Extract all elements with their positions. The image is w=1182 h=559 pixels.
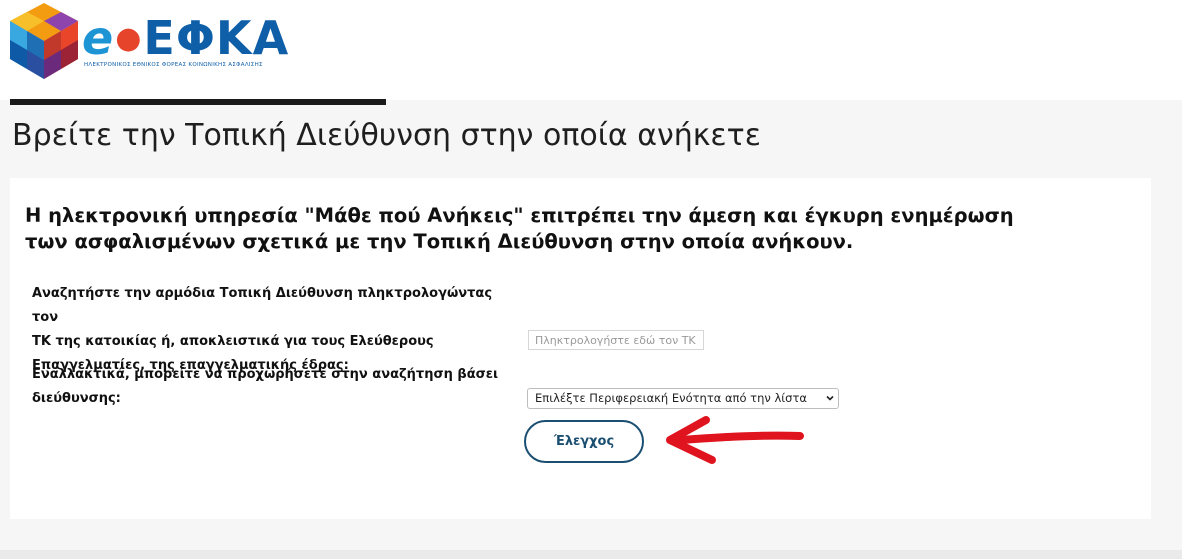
logo-dot: ● <box>115 21 143 56</box>
search-card: Η ηλεκτρονική υπηρεσία "Μάθε πού Ανήκεις… <box>10 178 1151 519</box>
tk-label-line: Αναζητήστε την αρμόδια Τοπική Διεύθυνση … <box>32 286 493 325</box>
footer-strip <box>0 550 1182 559</box>
site-header: e●ΕΦΚΑ ΗΛΕΚΤΡΟΝΙΚΟΣ ΕΘΝΙΚΟΣ ΦΟΡΕΑΣ ΚΟΙΝΩ… <box>0 0 1182 100</box>
logo-main-text: ΕΦΚΑ <box>143 11 290 65</box>
region-select-value: Επιλέξτε Περιφερειακή Ενότητα από την λί… <box>535 391 807 405</box>
title-divider <box>10 99 386 105</box>
logo-e-prefix: e <box>82 11 115 65</box>
address-label-line: Εναλλακτικά, μπορείτε να προχωρήσετε στη… <box>32 367 499 382</box>
address-label-line: διεύθυνσης: <box>32 391 121 406</box>
tk-label-line: ΤΚ της κατοικίας ή, αποκλειστικά για του… <box>32 334 434 349</box>
page-title: Βρείτε την Τοπική Διεύθυνση στην οποία α… <box>12 118 761 153</box>
efka-logo-icon[interactable] <box>8 1 80 81</box>
chevron-down-icon <box>826 395 834 401</box>
red-arrow-icon <box>666 416 804 464</box>
address-search-label: Εναλλακτικά, μπορείτε να προχωρήσετε στη… <box>32 363 512 411</box>
postal-code-input[interactable] <box>528 330 704 350</box>
logo-subtitle: ΗΛΕΚΤΡΟΝΙΚΟΣ ΕΘΝΙΚΟΣ ΦΟΡΕΑΣ ΚΟΙΝΩΝΙΚΗΣ Α… <box>84 62 263 68</box>
check-button[interactable]: Έλεγχος <box>524 420 644 463</box>
intro-text: Η ηλεκτρονική υπηρεσία "Μάθε πού Ανήκεις… <box>25 204 1014 253</box>
region-select[interactable]: Επιλέξτε Περιφερειακή Ενότητα από την λί… <box>527 388 839 409</box>
